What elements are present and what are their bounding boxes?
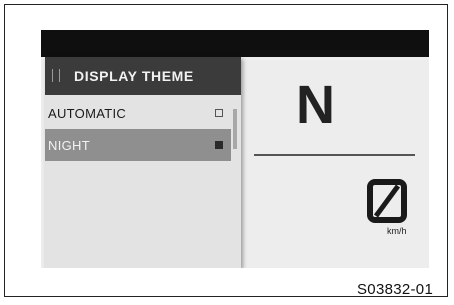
empty-square-icon xyxy=(215,109,223,117)
menu-item-night[interactable]: NIGHT xyxy=(45,129,231,161)
drag-handle-icon[interactable] xyxy=(52,69,60,82)
menu-title: DISPLAY THEME xyxy=(74,68,194,84)
figure-frame: DISPLAY THEME AUTOMATIC NIGHT N 0 km/h S… xyxy=(4,4,448,298)
figure-code: S03832-01 xyxy=(357,281,434,298)
menu-header: DISPLAY THEME xyxy=(45,57,241,95)
menu-item-automatic[interactable]: AUTOMATIC xyxy=(45,97,231,129)
menu-scrollbar[interactable] xyxy=(233,97,237,257)
divider-line xyxy=(254,154,415,156)
instrument-display: DISPLAY THEME AUTOMATIC NIGHT N 0 km/h xyxy=(41,30,429,268)
scrollbar-thumb[interactable] xyxy=(233,109,237,149)
speed-readout: 0 xyxy=(367,179,407,223)
filled-square-icon xyxy=(215,141,223,149)
speed-unit-label: km/h xyxy=(387,226,407,236)
menu-item-label: AUTOMATIC xyxy=(48,106,127,121)
speed-digit-slash xyxy=(373,184,401,218)
gear-indicator: N xyxy=(296,75,335,135)
display-theme-menu: DISPLAY THEME AUTOMATIC NIGHT xyxy=(45,57,241,268)
top-status-bar xyxy=(41,30,429,57)
menu-item-label: NIGHT xyxy=(48,138,90,153)
